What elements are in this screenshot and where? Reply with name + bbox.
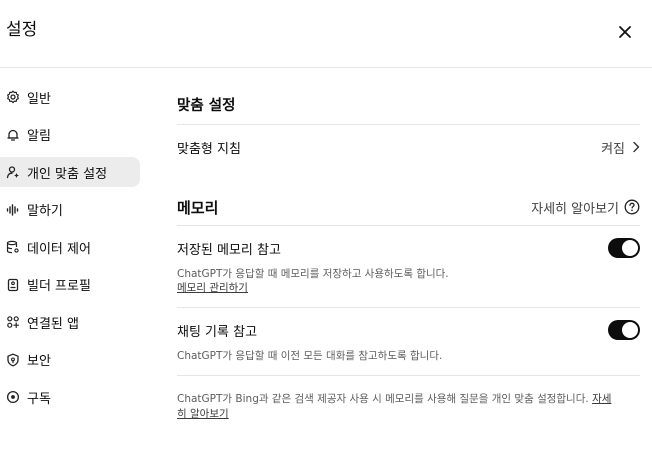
custom-instructions-value[interactable]: 켜짐 [601, 138, 640, 157]
memory-learn-more-link[interactable]: 자세히 알아보기 [531, 198, 640, 217]
saved-memory-toggle[interactable] [608, 238, 640, 258]
memory-header: 메모리 자세히 알아보기 [177, 189, 640, 226]
saved-memory-setting: 저장된 메모리 참고 ChatGPT가 응답할 때 메모리를 저장하고 사용하도… [177, 226, 640, 308]
settings-content: 맞춤 설정 맞춤형 지침 켜짐 메모리 자세히 알아보기 저장된 메모리 참고 … [177, 88, 640, 422]
sidebar-item-personalization[interactable]: 개인 맞춤 설정 [0, 157, 140, 187]
toggle-knob [622, 322, 638, 338]
sidebar-item-label: 알림 [27, 129, 51, 144]
sidebar-item-speech[interactable]: 말하기 [0, 195, 140, 225]
chat-history-setting: 채팅 기록 참고 ChatGPT가 응답할 때 이전 모든 대화를 참고하도록 … [177, 308, 640, 376]
custom-instructions-label: 맞춤형 지침 [177, 141, 241, 157]
bell-icon [5, 127, 20, 142]
learn-more-label: 자세히 알아보기 [531, 201, 619, 217]
section-title-personalization: 맞춤 설정 [177, 88, 640, 125]
shield-icon [5, 352, 20, 367]
subscription-icon [5, 390, 20, 405]
toggle-knob [622, 240, 638, 256]
chat-history-label: 채팅 기록 참고 [177, 324, 258, 340]
close-button[interactable] [613, 20, 637, 44]
person-sparkle-icon [5, 165, 20, 180]
sidebar-item-label: 일반 [27, 91, 51, 107]
sidebar-item-subscription[interactable]: 구독 [0, 382, 140, 412]
chat-history-description: ChatGPT가 응답할 때 이전 모든 대화를 참고하도록 합니다. [177, 350, 443, 362]
sidebar-item-connected-apps[interactable]: 연결된 앱 [0, 307, 140, 337]
sidebar-item-label: 연결된 앱 [27, 316, 79, 332]
gear-icon [5, 90, 20, 105]
section-title-memory: 메모리 [177, 198, 219, 217]
settings-sidebar: 일반 알림 개인 맞춤 설정 말하기 데이터 제어 빌더 프로필 연결된 앱 보… [0, 82, 140, 420]
manage-memory-link[interactable]: 메모리 관리하기 [177, 282, 248, 294]
sidebar-item-builder-profile[interactable]: 빌더 프로필 [0, 270, 140, 300]
sidebar-item-label: 데이터 제어 [27, 241, 91, 257]
saved-memory-label: 저장된 메모리 참고 [177, 242, 281, 258]
memory-footer-note: ChatGPT가 Bing과 같은 검색 제공자 사용 시 메모리를 사용해 질… [177, 392, 617, 422]
waveform-icon [5, 202, 20, 217]
saved-memory-description: ChatGPT가 응답할 때 메모리를 저장하고 사용하도록 합니다. [177, 268, 449, 280]
page-title: 설정 [6, 20, 38, 40]
sidebar-item-notifications[interactable]: 알림 [0, 120, 140, 150]
chat-history-toggle[interactable] [608, 320, 640, 340]
sidebar-item-label: 보안 [27, 354, 51, 369]
sidebar-item-label: 구독 [27, 391, 51, 407]
help-circle-icon [624, 199, 640, 215]
sidebar-item-security[interactable]: 보안 [0, 345, 140, 375]
sidebar-item-label: 개인 맞춤 설정 [27, 166, 108, 182]
sidebar-item-label: 빌더 프로필 [27, 279, 91, 294]
sidebar-item-data-controls[interactable]: 데이터 제어 [0, 232, 140, 262]
database-icon [5, 240, 20, 255]
chevron-right-icon [632, 141, 640, 153]
close-icon[interactable] [618, 25, 632, 39]
footer-note-text: ChatGPT가 Bing과 같은 검색 제공자 사용 시 메모리를 사용해 질… [177, 393, 589, 405]
sidebar-item-general[interactable]: 일반 [0, 82, 140, 112]
custom-instructions-status: 켜짐 [601, 141, 625, 157]
settings-header: 설정 [0, 0, 652, 68]
sidebar-item-label: 말하기 [27, 204, 63, 219]
custom-instructions-row[interactable]: 맞춤형 지침 켜짐 [177, 125, 640, 169]
apps-grid-icon [5, 315, 20, 330]
id-card-icon [5, 277, 20, 292]
